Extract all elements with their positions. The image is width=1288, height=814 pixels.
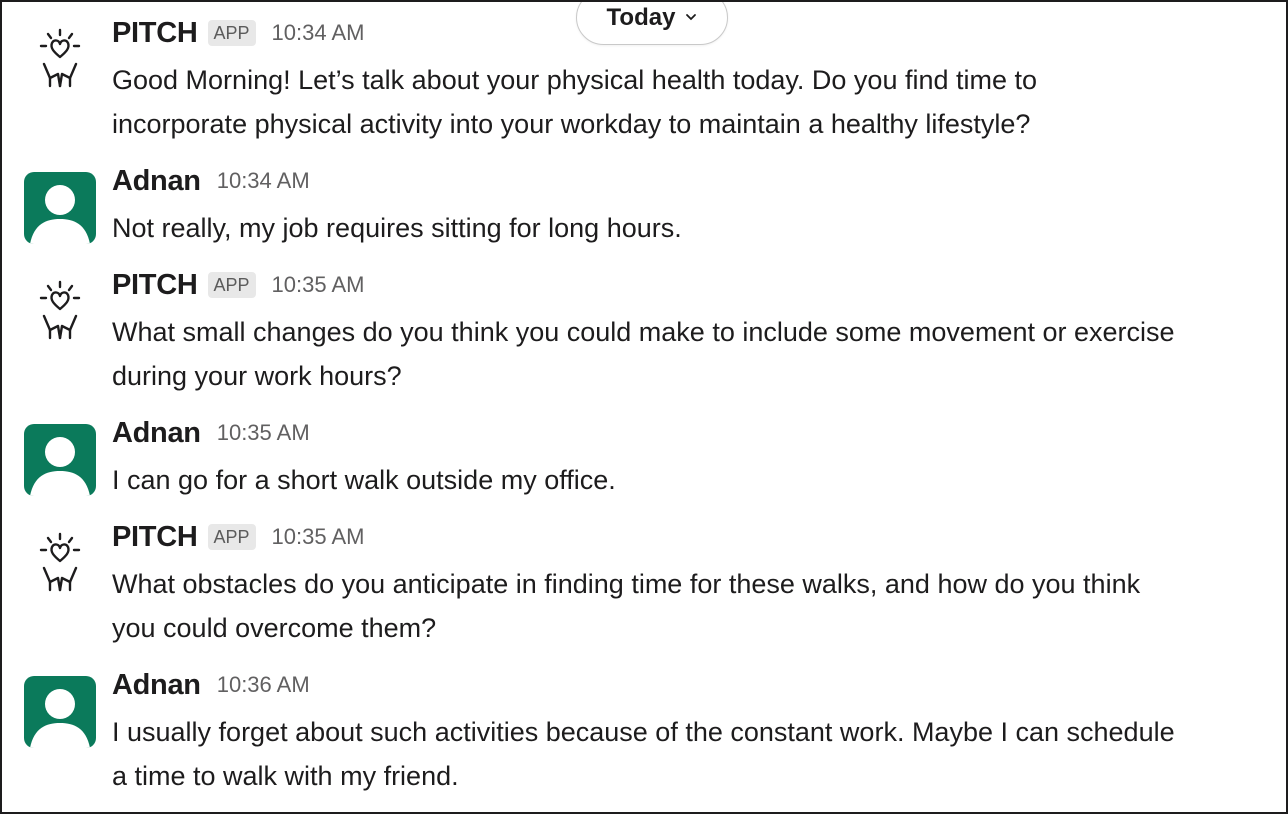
- message-line: What obstacles do you anticipate in find…: [112, 569, 1141, 599]
- message-header: PITCH APP 10:35 AM: [112, 520, 365, 554]
- sender-name[interactable]: PITCH: [112, 269, 198, 302]
- message-header: PITCH APP 10:34 AM: [112, 16, 365, 50]
- user-avatar[interactable]: [24, 676, 96, 748]
- message-timestamp[interactable]: 10:35 AM: [272, 524, 365, 550]
- sender-name[interactable]: Adnan: [112, 417, 201, 450]
- message-header: Adnan 10:34 AM: [112, 164, 310, 198]
- app-badge: APP: [207, 20, 256, 46]
- message-text: Not really, my job requires sitting for …: [112, 206, 1282, 250]
- message-line: What small changes do you think you coul…: [112, 317, 1175, 347]
- chat-window: Today PITCH APP 10:34 AM Good Morning! L…: [0, 0, 1288, 814]
- message-timestamp[interactable]: 10:36 AM: [217, 672, 310, 698]
- heart-raised-hands-icon: [39, 28, 81, 88]
- person-silhouette-icon: [30, 185, 90, 244]
- sender-name[interactable]: PITCH: [112, 17, 198, 50]
- message-line: during your work hours?: [112, 361, 402, 391]
- message-text: What obstacles do you anticipate in find…: [112, 562, 1282, 650]
- date-divider-label: Today: [606, 4, 676, 31]
- sender-name[interactable]: Adnan: [112, 669, 201, 702]
- message-timestamp[interactable]: 10:35 AM: [217, 420, 310, 446]
- message-text: Good Morning! Let’s talk about your phys…: [112, 58, 1282, 146]
- message-line: Not really, my job requires sitting for …: [112, 213, 682, 243]
- user-avatar[interactable]: [24, 172, 96, 244]
- person-silhouette-icon: [30, 437, 90, 496]
- bot-avatar[interactable]: [24, 528, 96, 600]
- message-text: I can go for a short walk outside my off…: [112, 458, 1282, 502]
- message-line: incorporate physical activity into your …: [112, 109, 1031, 139]
- app-badge: APP: [207, 272, 256, 298]
- heart-raised-hands-icon: [39, 532, 81, 592]
- message-timestamp[interactable]: 10:34 AM: [217, 168, 310, 194]
- message-line: you could overcome them?: [112, 613, 437, 643]
- person-silhouette-icon: [30, 689, 90, 748]
- message-header: Adnan 10:36 AM: [112, 668, 310, 702]
- message-header: PITCH APP 10:35 AM: [112, 268, 365, 302]
- message-text: What small changes do you think you coul…: [112, 310, 1282, 398]
- app-badge: APP: [207, 524, 256, 550]
- message-line: I can go for a short walk outside my off…: [112, 465, 616, 495]
- message-text: I usually forget about such activities b…: [112, 710, 1282, 798]
- heart-raised-hands-icon: [39, 280, 81, 340]
- bot-avatar[interactable]: [24, 24, 96, 96]
- bot-avatar[interactable]: [24, 276, 96, 348]
- message-timestamp[interactable]: 10:34 AM: [272, 20, 365, 46]
- sender-name[interactable]: PITCH: [112, 521, 198, 554]
- message-timestamp[interactable]: 10:35 AM: [272, 272, 365, 298]
- message-line: Good Morning! Let’s talk about your phys…: [112, 65, 1038, 95]
- message-line: I usually forget about such activities b…: [112, 717, 1175, 747]
- sender-name[interactable]: Adnan: [112, 165, 201, 198]
- message-header: Adnan 10:35 AM: [112, 416, 310, 450]
- date-divider-button[interactable]: Today: [576, 2, 728, 45]
- user-avatar[interactable]: [24, 424, 96, 496]
- message-line: a time to walk with my friend.: [112, 761, 459, 791]
- chevron-down-icon: [685, 8, 697, 26]
